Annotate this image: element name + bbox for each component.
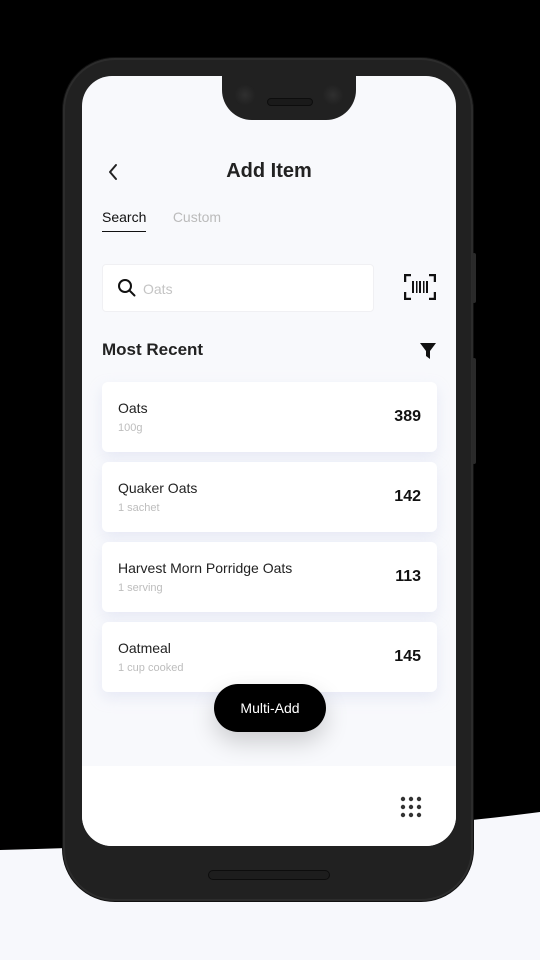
item-name: Harvest Morn Porridge Oats [118, 560, 293, 576]
tab-custom[interactable]: Custom [173, 209, 221, 231]
page-title: Add Item [226, 160, 312, 182]
item-calories: 113 [395, 568, 421, 585]
filter-icon [420, 343, 436, 359]
grid-menu-icon[interactable] [400, 796, 422, 818]
search-input[interactable] [141, 277, 365, 301]
search-icon [118, 279, 136, 297]
recent-items-list: Oats 100g 389 Quaker Oats 1 sachet 142 H… [102, 382, 437, 702]
list-item[interactable]: Harvest Morn Porridge Oats 1 serving 113 [102, 542, 437, 612]
item-name: Oatmeal [118, 640, 171, 656]
item-calories: 389 [394, 408, 421, 425]
item-name: Oats [118, 400, 148, 416]
barcode-scan-icon [403, 273, 437, 301]
list-item[interactable]: Quaker Oats 1 sachet 142 [102, 462, 437, 532]
filter-button[interactable] [419, 342, 437, 365]
barcode-scan-button[interactable] [403, 273, 437, 305]
bottom-bar [82, 766, 456, 846]
search-box [102, 264, 374, 312]
list-item[interactable]: Oats 100g 389 [102, 382, 437, 452]
item-serving: 1 serving [118, 582, 163, 594]
header: Add Item [82, 158, 456, 188]
power-button [472, 358, 476, 464]
volume-button [472, 253, 476, 303]
section-title: Most Recent [102, 340, 204, 359]
camera-notch [222, 76, 356, 120]
home-indicator [208, 870, 330, 880]
speaker-grille [267, 98, 313, 106]
list-item[interactable]: Oatmeal 1 cup cooked 145 [102, 622, 437, 692]
item-calories: 145 [394, 648, 421, 665]
item-calories: 142 [394, 488, 421, 505]
phone-frame: Add Item Search Custom Most Recent [63, 58, 476, 901]
item-name: Quaker Oats [118, 480, 198, 496]
app-screen: Add Item Search Custom Most Recent [82, 76, 456, 846]
multi-add-button[interactable]: Multi-Add [214, 684, 326, 732]
item-serving: 100g [118, 422, 143, 434]
tab-search[interactable]: Search [102, 209, 147, 232]
item-serving: 1 cup cooked [118, 662, 184, 674]
tab-bar: Search Custom [102, 209, 243, 232]
item-serving: 1 sachet [118, 502, 160, 514]
